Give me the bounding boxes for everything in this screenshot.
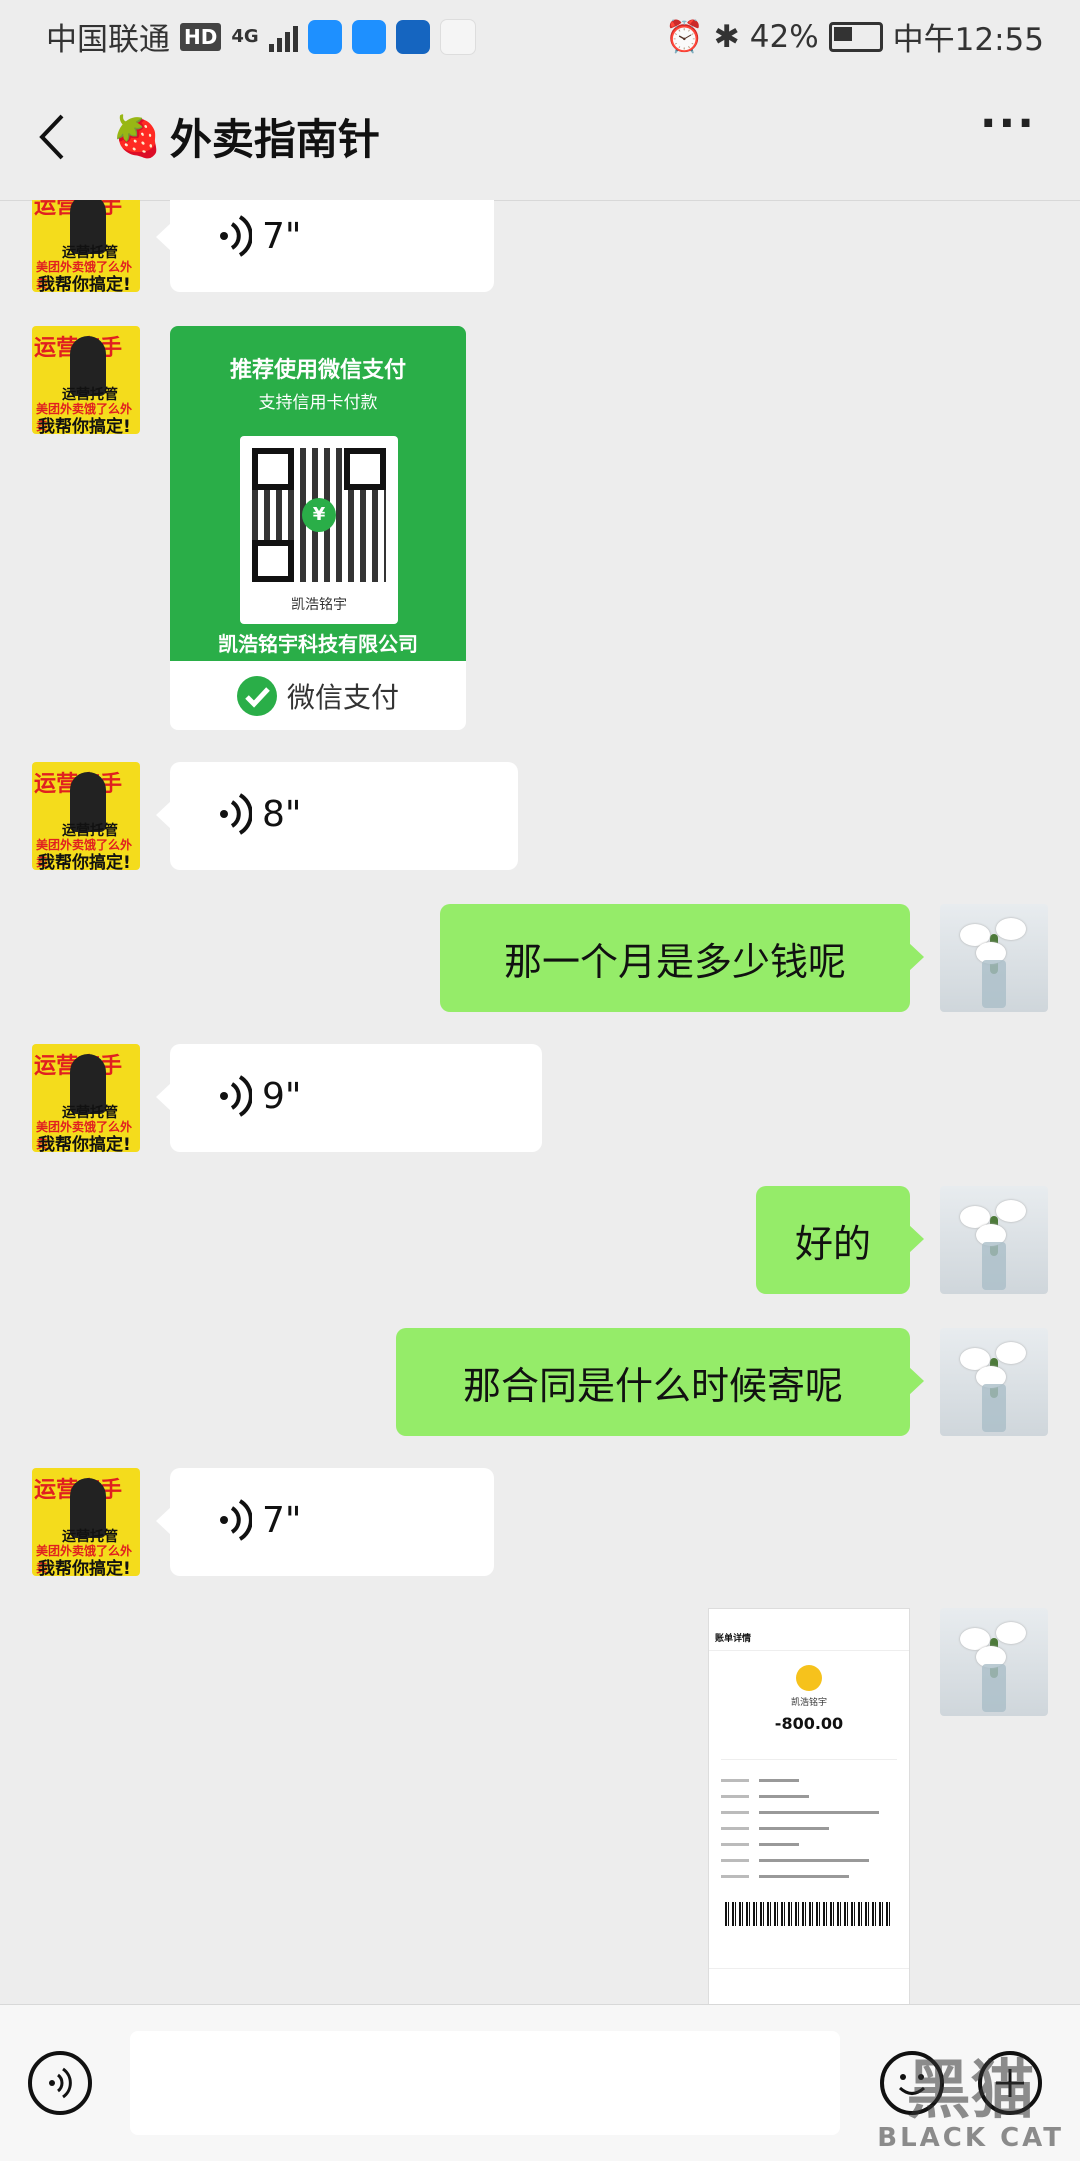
wechat-pay-qr-card[interactable]: 推荐使用微信支付 支持信用卡付款 ¥ 凯浩铭宇 凯浩铭宇科技有限公司 微信支付: [170, 326, 466, 730]
voice-duration: 7": [262, 1499, 302, 1541]
image-message[interactable]: 账单详情 凯浩铭宇 -800.00: [708, 1608, 910, 2004]
text-message[interactable]: 那一个月是多少钱呢: [440, 904, 924, 1012]
carrier-label: 中国联通: [46, 22, 170, 58]
receipt-status-bar: [709, 1609, 909, 1625]
chat-history[interactable]: 运营高手 运营托管 美团外卖饿了么外卖 我帮你搞定! 7" 运营高手 运营托管 …: [0, 200, 1080, 2004]
vase: [982, 1242, 1006, 1290]
receipt-amount: -800.00: [774, 1714, 844, 1733]
battery-icon: [828, 21, 883, 52]
avatar-text: 我帮你搞定!: [38, 853, 131, 870]
barcode: [725, 1902, 893, 1926]
message-input[interactable]: [130, 2031, 840, 2135]
voice-message[interactable]: 8": [156, 762, 518, 870]
watermark: 黑猫 BLACK CAT: [877, 2059, 1064, 2153]
avatar-text: 我帮你搞定!: [38, 1559, 131, 1576]
qr-finder: [252, 448, 294, 490]
nav-bar: 🍓 外卖指南针 ···: [0, 76, 1080, 201]
lily-flower: [996, 1622, 1026, 1644]
alarm-icon: ⏰: [665, 19, 704, 55]
contact-avatar[interactable]: 运营高手 运营托管 美团外卖饿了么外卖 我帮你搞定!: [32, 1044, 140, 1152]
chevron-left-icon: [39, 114, 64, 160]
voice-duration: 9": [262, 1075, 302, 1117]
avatar-text: 我帮你搞定!: [38, 275, 131, 292]
eleme-app-icon: [307, 19, 342, 54]
shield-icon: [395, 19, 430, 54]
pay-card-footer: 微信支付: [170, 661, 466, 730]
vase: [982, 1664, 1006, 1712]
text-message[interactable]: 那合同是什么时候寄呢: [396, 1328, 924, 1436]
text-message[interactable]: 好的: [756, 1186, 924, 1294]
qr-finder: [252, 540, 294, 582]
company-name: 凯浩铭宇科技有限公司: [218, 632, 418, 656]
voice-message[interactable]: 7": [156, 200, 494, 292]
contact-avatar[interactable]: 运营高手 运营托管 美团外卖饿了么外卖 我帮你搞定!: [32, 200, 140, 292]
qr-code: ¥ 凯浩铭宇: [240, 436, 398, 624]
voice-message[interactable]: 9": [156, 1044, 542, 1152]
my-avatar[interactable]: [940, 1608, 1048, 1716]
vase: [982, 960, 1006, 1008]
status-bar: 中国联通 HD 4G ⏰ ✱ 42% 中午12:55: [0, 0, 1080, 76]
receipt-footer: [709, 1968, 909, 2004]
more-button[interactable]: ···: [980, 98, 1036, 149]
map-pin-icon: [439, 18, 476, 55]
yen-icon: ¥: [302, 498, 336, 532]
my-avatar[interactable]: [940, 1328, 1048, 1436]
avatar-text: 我帮你搞定!: [38, 1135, 131, 1152]
voice-duration: 7": [262, 215, 302, 257]
vase: [982, 1384, 1006, 1432]
voice-wave-icon: [220, 793, 252, 835]
pay-card-title: 推荐使用微信支付: [229, 358, 406, 383]
receipt-merchant: 凯浩铭宇: [790, 1698, 827, 1708]
voice-duration: 8": [262, 793, 302, 835]
contact-avatar[interactable]: 运营高手 运营托管 美团外卖饿了么外卖 我帮你搞定!: [32, 762, 140, 870]
battery-percent: 42%: [749, 18, 819, 55]
pay-card-subtitle: 支持信用卡付款: [258, 393, 378, 413]
wechat-pay-icon: [236, 675, 277, 716]
my-avatar[interactable]: [940, 904, 1048, 1012]
chat-title: 🍓 外卖指南针: [112, 106, 380, 167]
voice-message[interactable]: 7": [156, 1468, 494, 1576]
lily-flower: [996, 1200, 1026, 1222]
strawberry-icon: 🍓: [112, 114, 162, 160]
qr-merchant-name: 凯浩铭宇: [291, 597, 347, 613]
avatar-text: 我帮你搞定!: [38, 417, 131, 434]
status-right: ⏰ ✱ 42% 中午12:55: [665, 14, 1044, 59]
signal-icon: [268, 22, 298, 52]
lily-flower: [996, 1342, 1026, 1364]
watermark-text: BLACK CAT: [877, 2123, 1064, 2153]
watermark-logo: 黑猫: [906, 2054, 1035, 2128]
voice-wave-icon: [220, 1499, 252, 1541]
bluetooth-icon: ✱: [713, 18, 740, 55]
page-title: 外卖指南针: [169, 115, 380, 164]
clock: 中午12:55: [892, 22, 1044, 58]
pay-card-footer-label: 微信支付: [286, 680, 399, 714]
voice-icon: [49, 2067, 72, 2099]
status-left: 中国联通 HD 4G: [46, 14, 476, 59]
voice-wave-icon: [220, 215, 252, 257]
pay-card-header: 推荐使用微信支付 支持信用卡付款 ¥ 凯浩铭宇 凯浩铭宇科技有限公司: [170, 326, 466, 661]
eleme-store-icon: [351, 19, 386, 54]
my-avatar[interactable]: [940, 1186, 1048, 1294]
receipt-details: [721, 1759, 897, 1884]
contact-avatar[interactable]: 运营高手 运营托管 美团外卖饿了么外卖 我帮你搞定!: [32, 1468, 140, 1576]
input-bar: 黑猫 BLACK CAT: [0, 2004, 1080, 2161]
voice-input-button[interactable]: [28, 2051, 92, 2115]
back-button[interactable]: [36, 112, 66, 171]
contact-avatar[interactable]: 运营高手 运营托管 美团外卖饿了么外卖 我帮你搞定!: [32, 326, 140, 434]
qr-finder: [344, 448, 386, 490]
voice-wave-icon: [220, 1075, 252, 1117]
merchant-logo-icon: [796, 1665, 822, 1691]
receipt-header: 账单详情: [709, 1625, 909, 1651]
hd-badge: HD: [180, 22, 222, 51]
network-label: 4G: [231, 26, 259, 47]
lily-flower: [996, 918, 1026, 940]
